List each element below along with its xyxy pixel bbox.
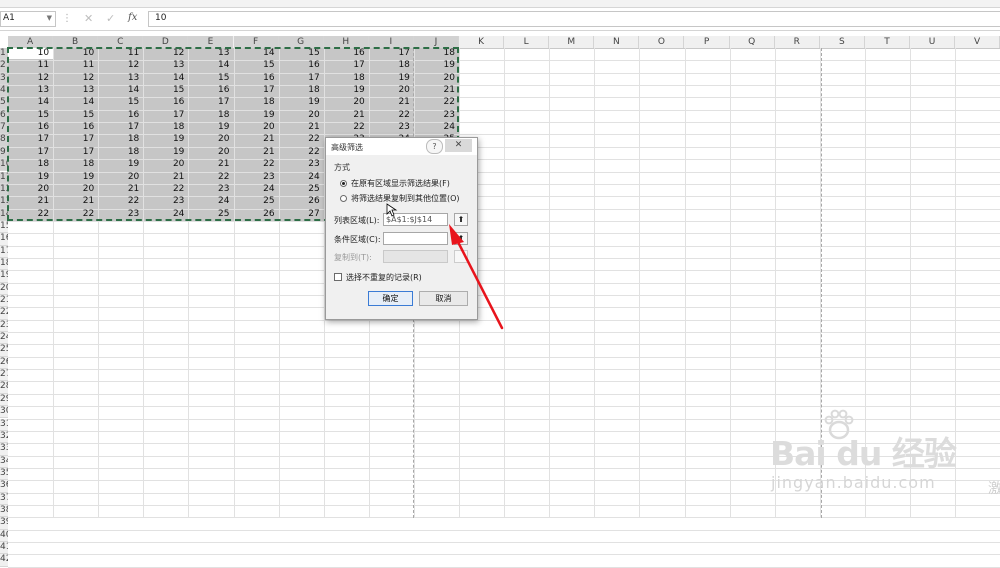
name-box-value: A1 <box>3 13 15 23</box>
baidu-watermark: Bai du 经验 <box>770 434 957 473</box>
gridline-horizontal <box>8 529 1000 531</box>
row-header-24[interactable]: 24 <box>0 332 8 345</box>
gridline-horizontal <box>8 307 1000 309</box>
row-header-34[interactable]: 34 <box>0 455 8 468</box>
formula-input[interactable]: 10 <box>148 11 1000 27</box>
row-header-30[interactable]: 30 <box>0 406 8 419</box>
row-header-25[interactable]: 25 <box>0 344 8 357</box>
formula-text: 10 <box>155 13 167 23</box>
gridline-horizontal <box>8 220 1000 222</box>
advanced-filter-dialog: 高级筛选 ? ✕ 方式 在原有区域显示筛选结果(F) 将筛选结果复制到其他位置(… <box>325 137 478 320</box>
row-header-27[interactable]: 27 <box>0 369 8 382</box>
vertical-dots-icon: ⋮ <box>62 13 72 24</box>
row-header-33[interactable]: 33 <box>0 443 8 456</box>
close-button[interactable]: ✕ <box>445 139 472 152</box>
row-header-22[interactable]: 22 <box>0 307 8 320</box>
insert-function-icon[interactable]: fx <box>128 12 137 23</box>
gridline-horizontal <box>8 406 1000 408</box>
gridline-horizontal <box>8 344 1000 346</box>
list-range-label: 列表区域(L): <box>334 216 380 225</box>
gridline-horizontal <box>8 381 1000 383</box>
row-header-23[interactable]: 23 <box>0 319 8 333</box>
column-header-n[interactable]: N <box>594 36 640 48</box>
column-header-s[interactable]: S <box>820 36 865 48</box>
row-header-29[interactable]: 29 <box>0 393 8 407</box>
radio-copy-elsewhere-label[interactable]: 将筛选结果复制到其他位置(O) <box>351 193 460 204</box>
copy-to-collapse-button[interactable] <box>454 250 468 263</box>
row-header-40[interactable]: 40 <box>0 529 8 542</box>
gridline-horizontal <box>8 319 1000 321</box>
dialog-title: 高级筛选 <box>331 143 363 152</box>
row-header-35[interactable]: 35 <box>0 467 8 481</box>
unique-records-label[interactable]: 选择不重复的记录(R) <box>346 272 422 283</box>
column-header-v[interactable]: V <box>955 36 1000 48</box>
watermark-url: jingyan.baidu.com <box>771 473 936 492</box>
list-range-collapse-button[interactable]: ⬆ <box>454 213 468 226</box>
criteria-range-input[interactable] <box>383 232 448 245</box>
row-header-41[interactable]: 41 <box>0 542 8 555</box>
name-box[interactable]: A1 ▼ <box>0 11 56 27</box>
row-header-16[interactable]: 16 <box>0 233 8 246</box>
row-header-39[interactable]: 39 <box>0 517 8 530</box>
column-header-m[interactable]: M <box>549 36 595 48</box>
column-header-p[interactable]: P <box>685 36 730 48</box>
row-header-32[interactable]: 32 <box>0 430 8 444</box>
gridline-horizontal <box>8 282 1000 284</box>
gridline-horizontal <box>8 295 1000 296</box>
ribbon-edge <box>0 0 1000 8</box>
column-header-o[interactable]: O <box>639 36 685 48</box>
row-header-31[interactable]: 31 <box>0 418 8 431</box>
row-header-36[interactable]: 36 <box>0 480 8 493</box>
watermark-side-text: 激 <box>988 481 1000 497</box>
row-header-38[interactable]: 38 <box>0 504 8 518</box>
column-header-u[interactable]: U <box>910 36 956 48</box>
gridline-horizontal <box>8 369 1000 371</box>
mouse-cursor-icon <box>386 203 398 217</box>
criteria-range-label: 条件区域(C): <box>334 235 381 244</box>
gridline-horizontal <box>8 257 1000 259</box>
enter-icon[interactable]: ✓ <box>106 12 115 25</box>
method-label: 方式 <box>334 163 350 172</box>
formula-bar: A1 ▼ ⋮ ✕ ✓ fx 10 <box>0 8 1000 31</box>
column-header-l[interactable]: L <box>504 36 550 48</box>
row-header-19[interactable]: 19 <box>0 270 8 283</box>
gridline-horizontal <box>8 233 1000 235</box>
gridline-horizontal <box>8 492 1000 494</box>
gridline-horizontal <box>8 554 1000 556</box>
criteria-range-collapse-button[interactable]: ⬆ <box>454 232 468 245</box>
row-header-26[interactable]: 26 <box>0 356 8 370</box>
gridline-horizontal <box>8 245 1000 247</box>
radio-copy-elsewhere[interactable] <box>340 195 347 202</box>
radio-in-place[interactable] <box>340 180 347 187</box>
column-header-k[interactable]: K <box>459 36 505 48</box>
ok-button[interactable]: 确定 <box>368 291 413 306</box>
radio-in-place-label[interactable]: 在原有区域显示筛选结果(F) <box>351 178 450 189</box>
row-header-18[interactable]: 18 <box>0 257 8 271</box>
row-header-21[interactable]: 21 <box>0 295 8 308</box>
column-header-q[interactable]: Q <box>730 36 775 48</box>
gridline-horizontal <box>8 356 1000 358</box>
gridline-horizontal <box>8 393 1000 395</box>
dialog-titlebar[interactable]: 高级筛选 ? ✕ <box>326 138 477 155</box>
row-header-15[interactable]: 15 <box>0 220 8 234</box>
row-header-42[interactable]: 42 <box>0 554 8 567</box>
gridline-horizontal <box>8 332 1000 334</box>
row-header-17[interactable]: 17 <box>0 245 8 258</box>
cancel-button[interactable]: 取消 <box>419 291 468 306</box>
row-header-28[interactable]: 28 <box>0 381 8 394</box>
help-button[interactable]: ? <box>426 139 443 154</box>
gridline-horizontal <box>8 504 1000 506</box>
row-header-37[interactable]: 37 <box>0 492 8 505</box>
row-header-20[interactable]: 20 <box>0 282 8 295</box>
unique-records-checkbox[interactable] <box>334 273 342 281</box>
column-header-t[interactable]: T <box>865 36 910 48</box>
copy-to-input[interactable] <box>383 250 448 263</box>
column-header-r[interactable]: R <box>775 36 820 48</box>
chevron-down-icon[interactable]: ▼ <box>47 14 52 22</box>
copy-to-label: 复制到(T): <box>334 253 372 262</box>
gridline-horizontal <box>8 542 1000 543</box>
gridline-horizontal <box>8 270 1000 272</box>
cancel-icon[interactable]: ✕ <box>84 12 93 25</box>
